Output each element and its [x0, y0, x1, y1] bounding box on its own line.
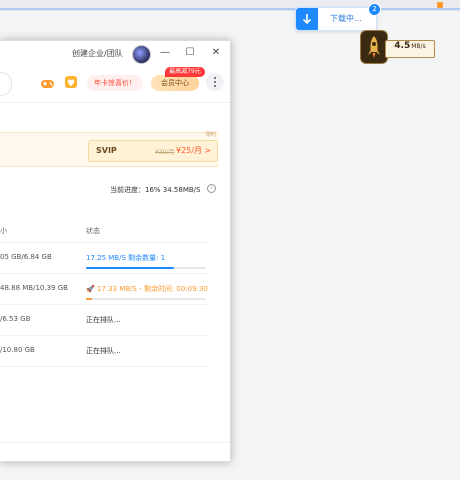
avatar[interactable]: [132, 45, 151, 64]
speed-value: 4.5: [394, 41, 411, 51]
svip-price: ¥25/月 >: [176, 146, 212, 155]
top-strip-line: [0, 8, 460, 10]
maximize-button[interactable]: ☐: [181, 44, 199, 62]
svip-button[interactable]: SVIP ¥30/月 ¥25/月 >: [88, 140, 218, 162]
orange-square-icon[interactable]: [437, 2, 443, 8]
overall-progress: 当前进度：16% 34.58MB/S: [110, 186, 201, 194]
svip-old-price: ¥30/月: [155, 149, 175, 156]
search-input[interactable]: [0, 72, 12, 96]
row-status: 🚀 17.33 MB/S - 剩余时间: 00:09:30: [86, 284, 208, 294]
rocket-small-icon: 🚀: [86, 285, 97, 293]
rocket-icon[interactable]: [361, 31, 387, 63]
speed-unit: MB/s: [411, 43, 426, 50]
row-size: /10.80 GB: [0, 346, 35, 354]
row-progress-fill: [86, 298, 92, 300]
column-header-status: 状态: [86, 227, 100, 235]
more-menu-icon[interactable]: [206, 73, 224, 91]
column-header-size: 小: [0, 227, 7, 235]
row-progress-fill: [86, 267, 174, 269]
download-widget[interactable]: 下载中... 2: [295, 3, 381, 31]
close-button[interactable]: ✕: [207, 44, 225, 62]
row-status: 17.25 MB/S 剩余数量: 1: [86, 254, 166, 262]
create-team-link[interactable]: 创建企业/团队: [72, 48, 123, 59]
table-row[interactable]: /6.53 GB 正在排队...: [0, 305, 208, 336]
table-row[interactable]: 05 GB/6.84 GB 17.25 MB/S 剩余数量: 1: [0, 243, 208, 274]
row-status: 正在排队...: [86, 316, 121, 324]
row-size: 48.88 MB/10.39 GB: [0, 284, 68, 292]
row-progress-bar: [86, 267, 206, 269]
minimize-button[interactable]: —: [156, 44, 174, 62]
title-bar: 创建企业/团队 — ☐ ✕: [0, 41, 230, 65]
member-center-button[interactable]: 会员中心: [151, 75, 199, 91]
download-count-badge: 2: [368, 3, 381, 16]
vip-banner: 限时 SVIP ¥30/月 ¥25/月 >: [0, 132, 219, 167]
divider: [0, 102, 230, 103]
svip-label: SVIP: [96, 146, 117, 155]
table-row[interactable]: 48.88 MB/10.39 GB 🚀 17.33 MB/S - 剩余时间: 0…: [0, 274, 208, 305]
annual-card-button[interactable]: 年卡惊喜价！: [87, 75, 143, 91]
gift-heart-icon[interactable]: [64, 74, 78, 93]
table-row[interactable]: /10.80 GB 正在排队...: [0, 336, 208, 367]
download-window: 创建企业/团队 — ☐ ✕ 年卡惊喜价！ 会员中心 最高减79元 限时 SVIP…: [0, 40, 231, 462]
row-status-text: 17.33 MB/S - 剩余时间: 00:09:30: [96, 285, 208, 293]
promo-badge: 最高减79元: [165, 67, 205, 77]
row-status: 正在排队...: [86, 347, 121, 355]
gamepad-icon[interactable]: [40, 75, 55, 94]
info-icon[interactable]: i: [207, 184, 216, 193]
top-strip: [0, 0, 460, 11]
row-progress-bar: [86, 298, 206, 300]
divider: [0, 442, 230, 443]
speed-widget: 4.5 MB/s: [385, 40, 435, 58]
download-arrow-icon: [296, 8, 318, 30]
row-size: /6.53 GB: [0, 315, 31, 323]
download-label: 下载中...: [330, 14, 362, 23]
row-size: 05 GB/6.84 GB: [0, 253, 52, 261]
limited-tag: 限时: [206, 132, 217, 138]
